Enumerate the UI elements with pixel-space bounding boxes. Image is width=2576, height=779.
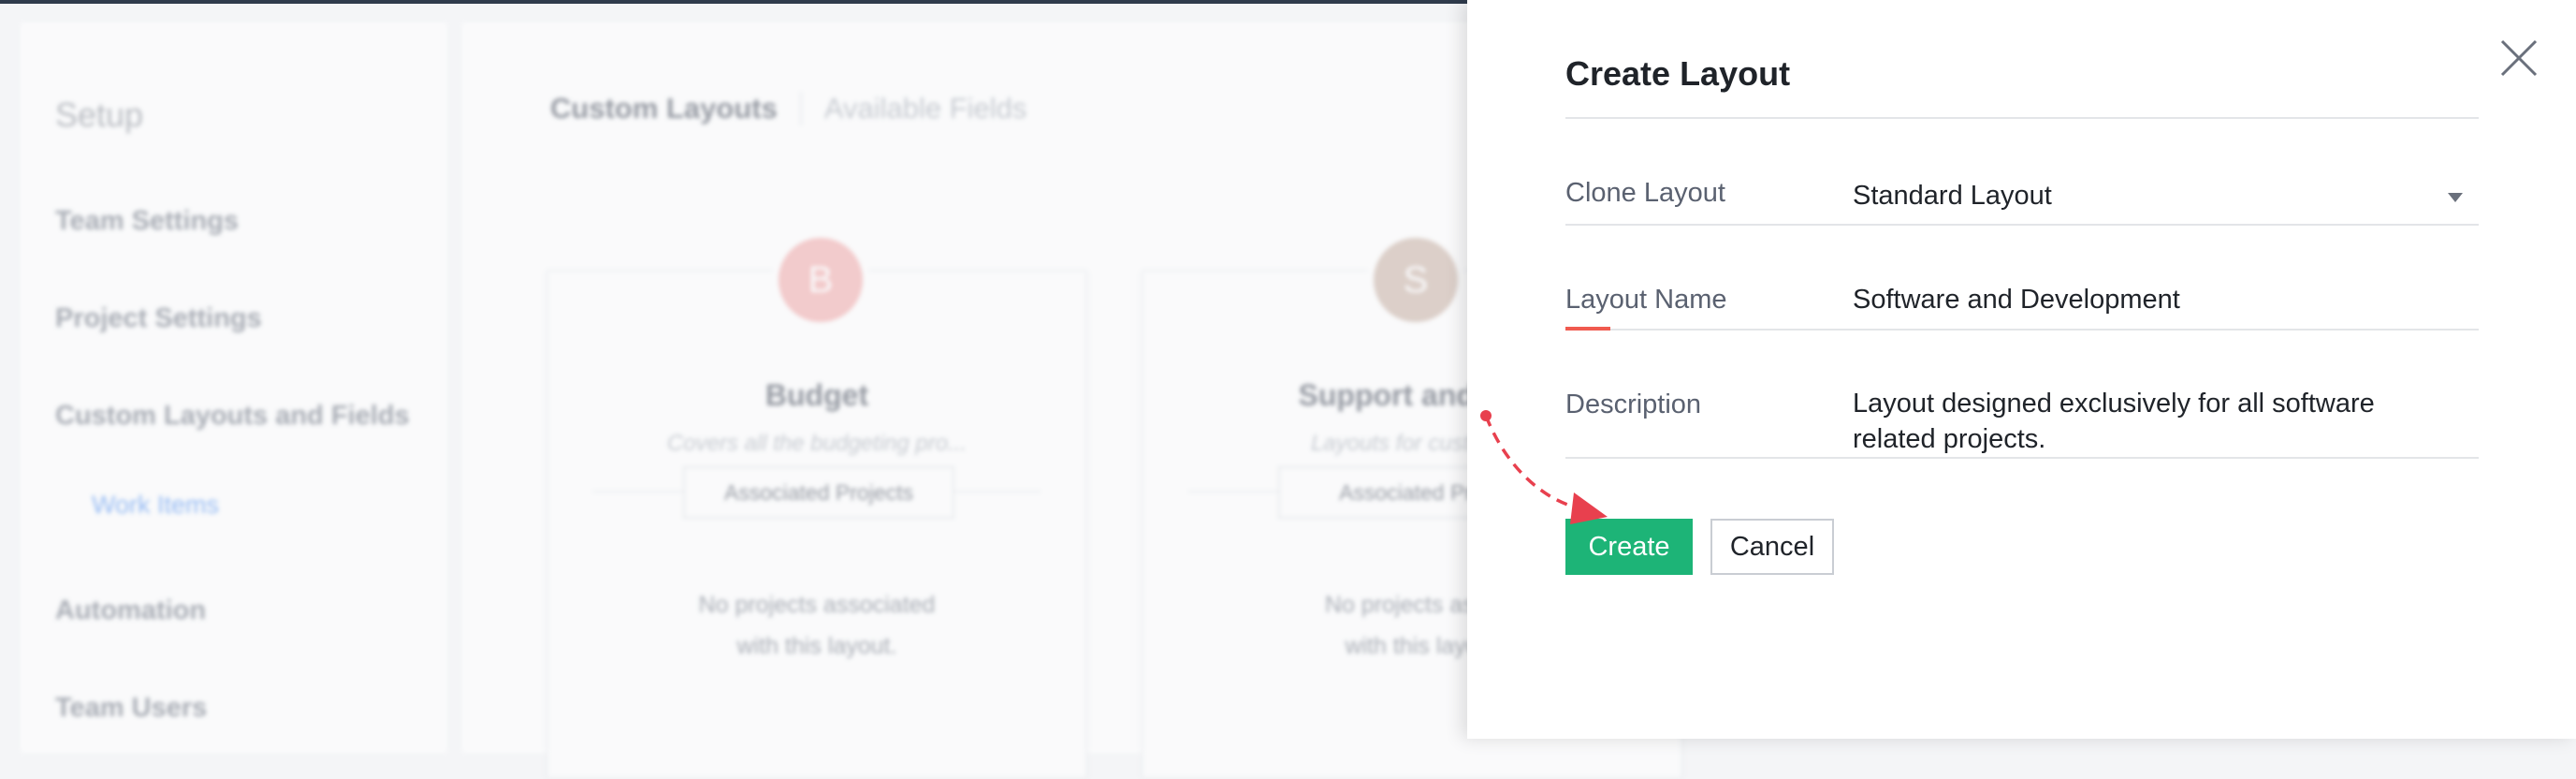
layout-card-budget[interactable]: B Budget Covers all the budgeting pro...… [546, 230, 1087, 779]
sidebar-item-team-settings[interactable]: Team Settings [55, 206, 239, 237]
setup-sidebar: Setup Team Settings Project Settings Cus… [21, 22, 447, 753]
layout-name-label: Layout Name [1565, 285, 1727, 315]
clone-layout-label: Clone Layout [1565, 178, 1725, 208]
create-button[interactable]: Create [1565, 519, 1693, 575]
description-label: Description [1565, 390, 1702, 419]
create-layout-panel [1467, 0, 2576, 739]
cancel-button[interactable]: Cancel [1710, 519, 1834, 575]
tab-custom-layouts[interactable]: Custom Layouts [550, 92, 802, 125]
title-divider [1565, 117, 2479, 119]
sidebar-title: Setup [55, 96, 144, 134]
associated-projects-button[interactable]: Associated Projects [683, 466, 954, 519]
description-input[interactable]: Layout designed exclusively for all soft… [1853, 386, 2452, 457]
description-underline [1565, 457, 2479, 459]
clone-layout-select[interactable]: Standard Layout [1853, 181, 2052, 212]
note-line: No projects associated [698, 592, 936, 618]
main-content: Custom Layouts Available Fields B Budget … [462, 22, 1682, 779]
layout-card-note: No projects associated with this layout. [548, 584, 1085, 667]
layout-card-title: Budget [764, 378, 869, 412]
close-icon[interactable] [2498, 37, 2540, 79]
panel-title: Create Layout [1565, 54, 1791, 93]
sidebar-item-custom-layouts[interactable]: Custom Layouts and Fields [55, 401, 410, 432]
layout-avatar: S [1366, 230, 1465, 330]
tab-available-fields[interactable]: Available Fields [802, 92, 1027, 125]
note-line: with this layout. [736, 633, 897, 659]
sidebar-item-team-users[interactable]: Team Users [55, 693, 207, 724]
layout-name-focus-indicator [1565, 327, 1610, 331]
chevron-down-icon[interactable] [2448, 193, 2463, 202]
sidebar-item-project-settings[interactable]: Project Settings [55, 303, 262, 334]
layout-avatar: B [771, 230, 870, 330]
layout-tabs: Custom Layouts Available Fields [550, 92, 1026, 125]
layout-name-underline [1565, 329, 2479, 331]
layout-name-input[interactable]: Software and Development [1853, 285, 2180, 316]
sidebar-item-automation[interactable]: Automation [55, 595, 206, 626]
sidebar-subitem-work-items[interactable]: Work Items [92, 491, 219, 520]
layout-card-description: Covers all the budgeting pro... [666, 431, 968, 456]
clone-layout-underline [1565, 224, 2479, 226]
